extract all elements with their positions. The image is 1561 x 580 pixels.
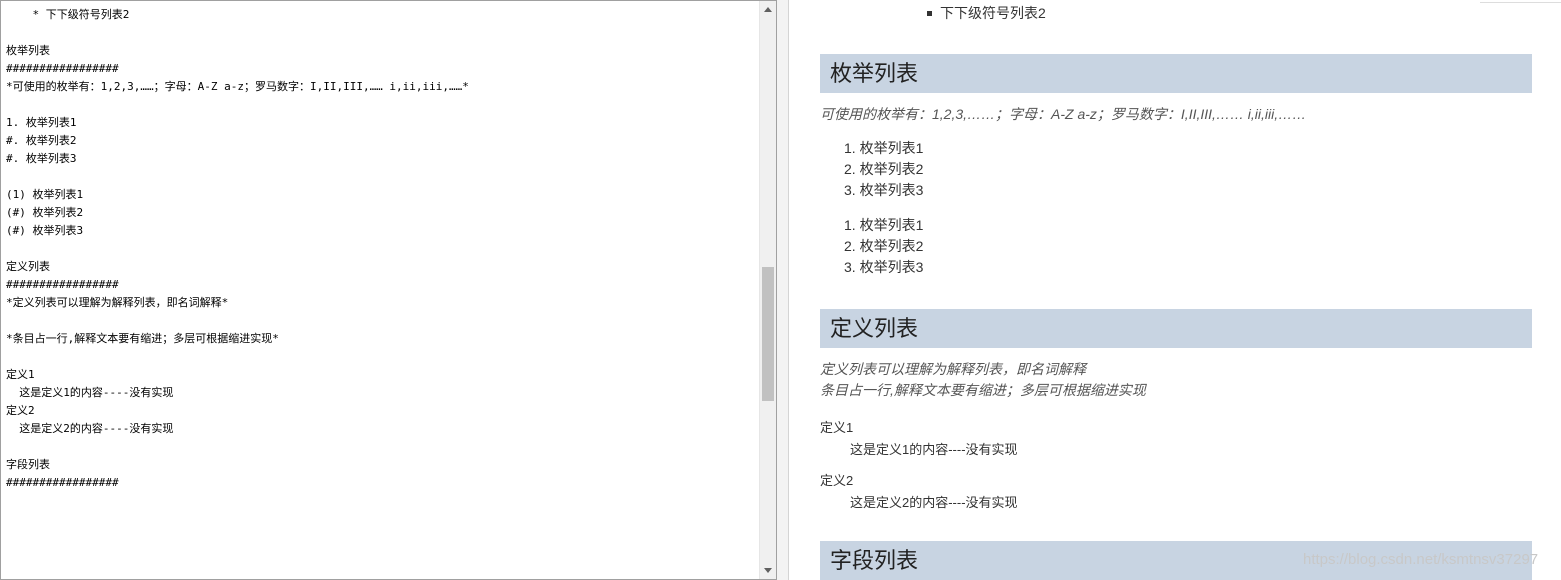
- rendered-preview: 下下级符号列表2 枚举列表 可使用的枚举有：1,2,3,……；字母：A-Z a-…: [790, 0, 1561, 580]
- editor-line: *定义列表可以理解为解释列表，即名词解释*: [6, 296, 229, 309]
- definition-term: 定义2: [820, 473, 854, 488]
- nested-bullet-item: 下下级符号列表2: [940, 5, 1046, 21]
- section-heading-enumerated-list: 枚举列表: [820, 54, 1532, 93]
- watermark-text: https://blog.csdn.net/ksmtnsv37297: [1303, 551, 1539, 568]
- editor-line: 定义1: [6, 368, 35, 381]
- definition-term: 定义1: [820, 420, 854, 435]
- editor-line: #################: [6, 476, 119, 489]
- source-editor[interactable]: * 下下级符号列表2 枚举列表 ################# *可使用的枚…: [0, 0, 777, 580]
- definition-description: 这是定义2的内容----没有实现: [850, 495, 1018, 510]
- chevron-down-icon: [764, 568, 772, 573]
- editor-line: * 下下级符号列表2: [6, 8, 130, 21]
- editor-line: #################: [6, 62, 119, 75]
- editor-line: 定义列表: [6, 260, 50, 273]
- editor-vertical-scrollbar[interactable]: [759, 1, 776, 579]
- definition-description: 这是定义1的内容----没有实现: [850, 442, 1018, 457]
- list-item: 2. 枚举列表2: [844, 161, 924, 177]
- editor-line: #. 枚举列表3: [6, 152, 77, 165]
- editor-line: (#) 枚举列表2: [6, 206, 84, 219]
- editor-line: #################: [6, 278, 119, 291]
- editor-line: 字段列表: [6, 458, 50, 471]
- emphasis-note: 条目占一行,解释文本要有缩进；多层可根据缩进实现: [820, 382, 1146, 398]
- emphasis-note: 可使用的枚举有：1,2,3,……；字母：A-Z a-z；罗马数字：I,II,II…: [820, 106, 1307, 122]
- editor-line: *条目占一行,解释文本要有缩进；多层可根据缩进实现*: [6, 332, 279, 345]
- list-item: 1. 枚举列表1: [844, 140, 924, 156]
- list-item: 3. 枚举列表3: [844, 182, 924, 198]
- editor-line: (#) 枚举列表3: [6, 224, 84, 237]
- list-item: 2. 枚举列表2: [844, 238, 924, 254]
- emphasis-note: 定义列表可以理解为解释列表，即名词解释: [820, 361, 1086, 377]
- horizontal-rule: [1480, 2, 1561, 3]
- section-heading-definition-list: 定义列表: [820, 309, 1532, 348]
- scroll-up-button[interactable]: [760, 1, 776, 18]
- list-item: 1. 枚举列表1: [844, 217, 924, 233]
- editor-line: #. 枚举列表2: [6, 134, 77, 147]
- editor-line: *可使用的枚举有：1,2,3,……；字母：A-Z a-z；罗马数字：I,II,I…: [6, 80, 469, 93]
- list-item: 3. 枚举列表3: [844, 259, 924, 275]
- scrollbar-thumb[interactable]: [762, 267, 774, 401]
- pane-splitter[interactable]: [777, 0, 789, 580]
- scroll-down-button[interactable]: [760, 562, 776, 579]
- editor-text-area[interactable]: * 下下级符号列表2 枚举列表 ################# *可使用的枚…: [1, 1, 761, 579]
- editor-line: 1. 枚举列表1: [6, 116, 77, 129]
- editor-line: (1) 枚举列表1: [6, 188, 84, 201]
- editor-line: 这是定义1的内容----没有实现: [6, 386, 174, 399]
- editor-line: 定义2: [6, 404, 35, 417]
- editor-line: 这是定义2的内容----没有实现: [6, 422, 174, 435]
- chevron-up-icon: [764, 7, 772, 12]
- square-bullet-icon: [927, 11, 932, 16]
- editor-line: 枚举列表: [6, 44, 50, 57]
